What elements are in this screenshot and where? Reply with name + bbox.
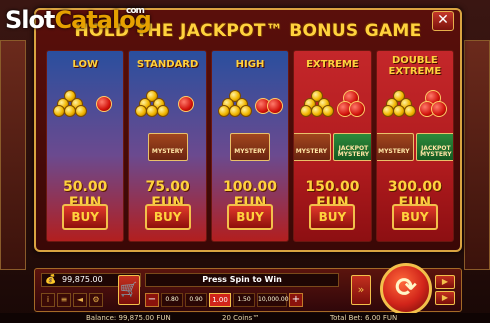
mystery-card: JACKPOT MYSTERY bbox=[333, 133, 371, 161]
option-name: LOW bbox=[72, 59, 98, 70]
spin-button[interactable]: ⟳ bbox=[380, 263, 432, 315]
mystery-card: JACKPOT MYSTERY bbox=[415, 133, 454, 161]
option-name: DOUBLE EXTREME bbox=[388, 55, 442, 77]
coin-symbols bbox=[294, 89, 370, 119]
coin-symbols bbox=[377, 89, 453, 119]
turbo-button[interactable]: » bbox=[351, 275, 371, 305]
footer-coins: 20 Coins™ bbox=[222, 314, 260, 322]
gold-coins-icon bbox=[217, 90, 252, 118]
bet-value-option[interactable]: 10,000.00 bbox=[257, 293, 289, 307]
menu-icon[interactable]: ≡ bbox=[57, 293, 71, 307]
bet-increase-button[interactable]: + bbox=[289, 293, 303, 307]
option-name: EXTREME bbox=[306, 59, 359, 70]
gold-coins-icon bbox=[52, 90, 87, 118]
footer-bar: Balance: 99,875.00 FUN 20 Coins™ Total B… bbox=[0, 313, 490, 323]
gold-coins-icon bbox=[135, 90, 170, 118]
bonus-buy-modal: HOLD THE JACKPOT™ BONUS GAME ✕ LOW 50.00 … bbox=[34, 8, 462, 252]
bet-selector: −0.80 0.90 1.00 1.50 10,000.00 + bbox=[145, 293, 303, 307]
background-reel-right bbox=[464, 40, 490, 270]
mystery-card: MYSTERY bbox=[230, 133, 271, 161]
autoplay-button[interactable]: ▶ bbox=[435, 275, 455, 289]
play-button[interactable]: ▶ bbox=[435, 291, 455, 305]
bonus-option-card: HIGH MYSTERY 100.00 FUN BUY bbox=[210, 50, 290, 242]
red-coins-icon bbox=[254, 90, 283, 118]
buy-button[interactable]: BUY bbox=[144, 204, 191, 230]
bonus-option-card: LOW 50.00 FUN BUY bbox=[46, 50, 125, 242]
buy-button[interactable]: BUY bbox=[309, 204, 356, 230]
watermark-sup: com bbox=[126, 6, 145, 16]
close-button[interactable]: ✕ bbox=[432, 11, 454, 31]
bet-value-option[interactable]: 0.80 bbox=[161, 293, 183, 307]
buy-button[interactable]: BUY bbox=[227, 204, 274, 230]
settings-icon[interactable]: ⚙ bbox=[89, 293, 103, 307]
buy-button[interactable]: BUY bbox=[391, 204, 438, 230]
bonus-option-card: DOUBLE EXTREME MYSTERY JACKPOT MYSTERY 300.… bbox=[375, 50, 455, 242]
bonus-options: LOW 50.00 FUN BUY STANDARD MYSTERY 75.00 FUN B… bbox=[46, 50, 455, 242]
status-message: Press Spin to Win bbox=[145, 273, 339, 287]
footer-total-bet: Total Bet: 6.00 FUN bbox=[330, 314, 398, 322]
control-panel: 💰 99,875.00 i ≡ ◄ ⚙ 🛒 Press Spin to Win … bbox=[34, 263, 462, 315]
gold-coins-icon bbox=[299, 90, 334, 118]
watermark-logo: SlotCatalog com bbox=[5, 6, 152, 34]
option-name: HIGH bbox=[235, 59, 265, 70]
mystery-card: MYSTERY bbox=[376, 133, 414, 161]
bet-decrease-button[interactable]: − bbox=[145, 293, 159, 307]
bonus-option-card: EXTREME MYSTERY JACKPOT MYSTERY 150.00 FUN B… bbox=[293, 50, 372, 242]
sound-icon[interactable]: ◄ bbox=[73, 293, 87, 307]
buy-button[interactable]: BUY bbox=[62, 204, 109, 230]
red-coins-icon bbox=[90, 90, 118, 118]
bonus-buy-cart-icon[interactable]: 🛒 bbox=[118, 275, 140, 305]
bet-value-option[interactable]: 0.90 bbox=[185, 293, 207, 307]
red-coins-icon bbox=[419, 90, 448, 118]
mystery-symbols: MYSTERY JACKPOT MYSTERY bbox=[376, 133, 454, 161]
mystery-symbols: MYSTERY JACKPOT MYSTERY bbox=[294, 133, 371, 161]
mystery-card: MYSTERY bbox=[147, 133, 188, 161]
watermark-main: Slot bbox=[5, 6, 55, 34]
mystery-symbols: MYSTERY bbox=[230, 133, 271, 161]
coin-symbols bbox=[129, 89, 205, 119]
red-coins-icon bbox=[172, 90, 200, 118]
info-icon[interactable]: i bbox=[41, 293, 55, 307]
bet-value-option[interactable]: 1.00 bbox=[209, 293, 231, 307]
bet-value-option[interactable]: 1.50 bbox=[233, 293, 255, 307]
coin-symbols bbox=[47, 89, 123, 119]
gold-coins-icon bbox=[382, 90, 417, 118]
utility-icons: i ≡ ◄ ⚙ bbox=[41, 293, 103, 307]
money-bag-icon: 💰 bbox=[45, 275, 57, 285]
mystery-symbols: MYSTERY bbox=[147, 133, 188, 161]
bonus-option-card: STANDARD MYSTERY 75.00 FUN BUY bbox=[128, 50, 207, 242]
option-name: STANDARD bbox=[136, 59, 199, 70]
red-coins-icon bbox=[336, 90, 365, 118]
footer-balance: Balance: 99,875.00 FUN bbox=[86, 314, 171, 322]
background-reel-left bbox=[0, 40, 26, 270]
balance-value: 99,875.00 bbox=[62, 275, 103, 284]
mystery-card: MYSTERY bbox=[294, 133, 332, 161]
coin-symbols bbox=[212, 89, 288, 119]
side-buttons: ▶ ▶ bbox=[435, 275, 455, 305]
